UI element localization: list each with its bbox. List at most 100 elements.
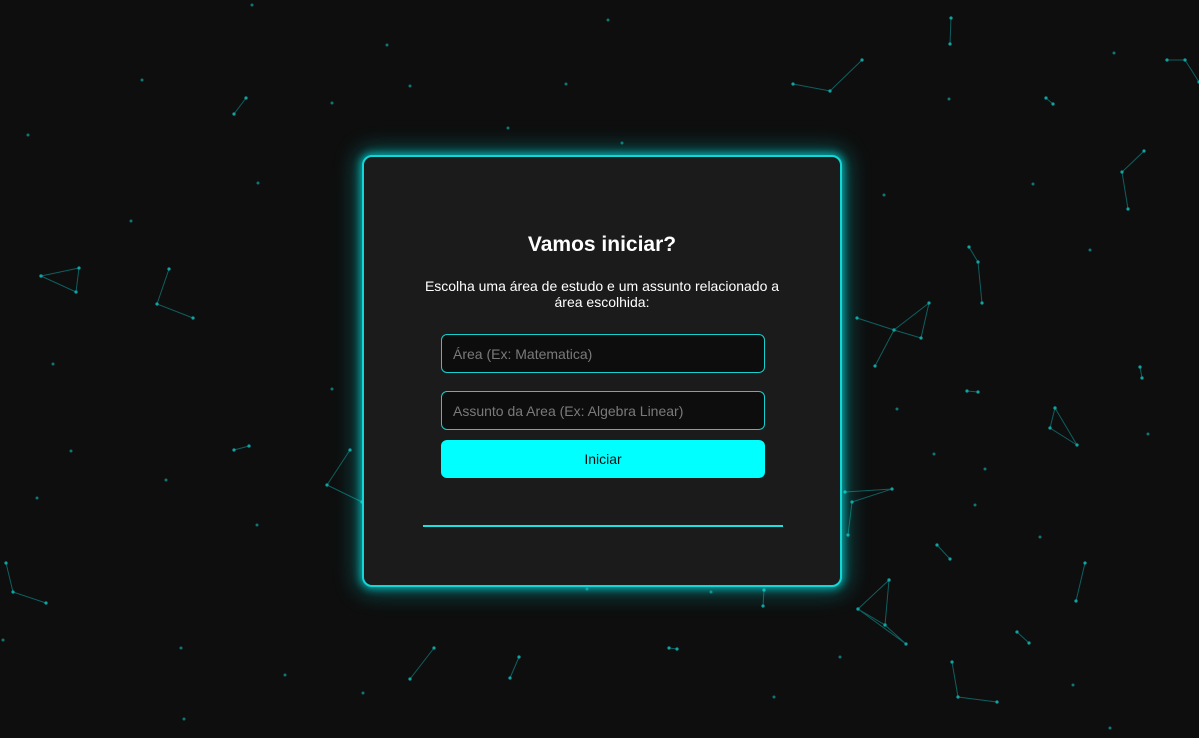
network-node: [140, 78, 144, 82]
area-input[interactable]: [441, 334, 765, 373]
network-line: [936, 544, 951, 560]
network-node: [506, 126, 510, 130]
network-node: [51, 362, 55, 366]
network-node: [709, 590, 713, 594]
network-line: [156, 268, 194, 319]
network-node: [39, 274, 43, 278]
network-node: [828, 89, 832, 93]
network-node: [179, 646, 183, 650]
network-line: [5, 562, 47, 604]
network-node: [155, 302, 159, 306]
network-line: [857, 579, 907, 645]
network-node: [1048, 426, 1052, 430]
form-title: Vamos iniciar?: [527, 233, 677, 256]
network-node: [772, 695, 776, 699]
network-node: [585, 587, 589, 591]
network-node: [564, 82, 568, 86]
network-node: [1015, 630, 1019, 634]
network-node: [935, 543, 939, 547]
network-node: [965, 389, 969, 393]
network-node: [182, 717, 186, 721]
network-node: [675, 647, 679, 651]
network-line: [966, 390, 979, 393]
network-node: [232, 448, 236, 452]
network-node: [250, 3, 254, 7]
network-node: [887, 578, 891, 582]
subject-input[interactable]: [441, 391, 765, 430]
network-node: [256, 181, 260, 185]
network-node: [330, 387, 334, 391]
network-node: [904, 642, 908, 646]
network-node: [408, 677, 412, 681]
network-node: [860, 58, 864, 62]
network-node: [620, 141, 624, 145]
network-node: [26, 133, 30, 137]
network-node: [1031, 182, 1035, 186]
network-node: [843, 490, 847, 494]
network-node: [762, 588, 766, 592]
network-node: [1142, 149, 1146, 153]
network-node: [1140, 376, 1144, 380]
network-line: [233, 445, 250, 451]
network-line: [1016, 631, 1030, 644]
network-node: [385, 43, 389, 47]
network-node: [606, 18, 610, 22]
network-node: [361, 691, 365, 695]
network-node: [69, 449, 73, 453]
network-node: [846, 533, 850, 537]
network-node: [255, 523, 259, 527]
network-node: [791, 82, 795, 86]
network-node: [895, 407, 899, 411]
network-node: [976, 260, 980, 264]
network-node: [950, 660, 954, 664]
network-node: [1074, 599, 1078, 603]
start-button[interactable]: Iniciar: [441, 440, 765, 478]
network-line: [1049, 407, 1078, 446]
network-node: [129, 219, 133, 223]
network-node: [919, 336, 923, 340]
network-line: [968, 246, 983, 304]
network-line: [762, 589, 765, 607]
network-node: [949, 16, 953, 20]
network-node: [761, 604, 765, 608]
network-node: [1083, 561, 1087, 565]
network-node: [1126, 207, 1130, 211]
network-node: [856, 607, 860, 611]
network-node: [508, 676, 512, 680]
network-node: [330, 101, 334, 105]
network-node: [164, 478, 168, 482]
network-node: [244, 96, 248, 100]
network-node: [973, 503, 977, 507]
network-node: [247, 444, 251, 448]
network-node: [432, 646, 436, 650]
network-line: [856, 301, 930, 367]
network-node: [948, 42, 952, 46]
network-line: [409, 647, 435, 680]
network-node: [44, 601, 48, 605]
network-node: [667, 646, 671, 650]
start-form-card: Vamos iniciar? Escolha uma área de estud…: [362, 155, 842, 587]
network-node: [11, 590, 15, 594]
network-line: [1121, 150, 1145, 210]
divider-line: [423, 525, 783, 527]
network-node: [838, 655, 842, 659]
network-node: [1027, 641, 1031, 645]
network-node: [408, 84, 412, 88]
network-node: [191, 316, 195, 320]
network-node: [1112, 51, 1116, 55]
network-node: [948, 557, 952, 561]
network-node: [35, 496, 39, 500]
network-node: [873, 364, 877, 368]
network-node: [77, 266, 81, 270]
network-node: [1165, 58, 1169, 62]
network-node: [995, 700, 999, 704]
network-line: [233, 97, 247, 115]
network-node: [882, 193, 886, 197]
network-node: [892, 328, 896, 332]
network-line: [1139, 366, 1143, 379]
network-node: [932, 452, 936, 456]
network-node: [883, 623, 887, 627]
form-subtitle: Escolha uma área de estudo e um assunto …: [424, 278, 780, 310]
network-node: [1038, 535, 1042, 539]
network-node: [1088, 248, 1092, 252]
